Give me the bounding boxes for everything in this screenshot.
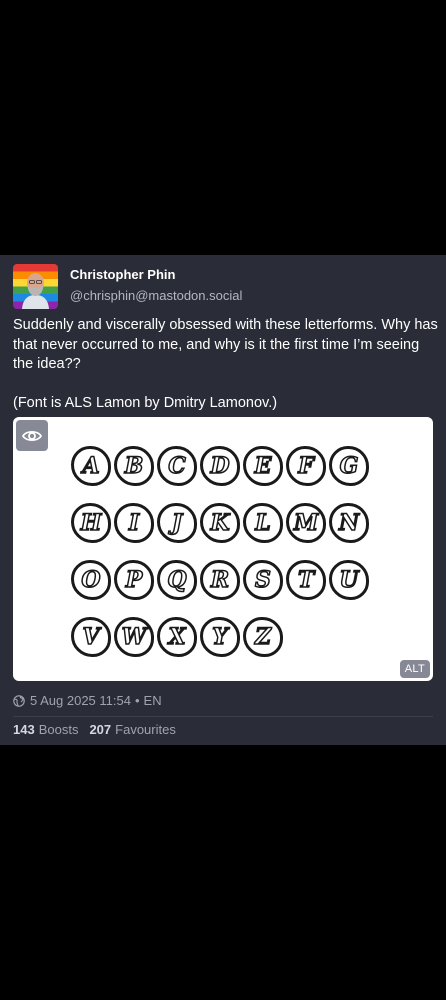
letterform-glyph: B — [114, 445, 154, 486]
post-content: Suddenly and viscerally obsessed with th… — [13, 316, 438, 414]
letterform-glyph: K — [200, 502, 240, 543]
letterform-glyph: D — [200, 445, 240, 486]
letter-row: OPQRSTU — [71, 551, 391, 608]
letterform-glyph: R — [200, 559, 240, 600]
post-paragraph: Suddenly and viscerally obsessed with th… — [13, 317, 438, 372]
letterform-glyph: N — [329, 502, 369, 543]
letterform-glyph: E — [243, 445, 283, 486]
boosts-count: 143 — [13, 722, 35, 737]
hide-media-button[interactable] — [16, 420, 48, 451]
favourites-count: 207 — [89, 722, 112, 737]
boosts-label: Boosts — [38, 722, 79, 737]
favourites-label: Favourites — [115, 722, 176, 737]
eye-icon — [22, 430, 42, 441]
letter-row: VWXYZ — [71, 608, 391, 665]
post-stats: 143 Boosts 207 Favourites — [13, 722, 187, 737]
letterform-glyph: J — [157, 502, 197, 543]
divider — [13, 716, 433, 717]
letterform-glyph: I — [114, 502, 154, 543]
letterform-glyph: F — [286, 445, 326, 486]
letterform-glyph: T — [286, 559, 326, 600]
letterform-glyph: L — [243, 502, 283, 543]
letterform-glyph: O — [71, 559, 111, 600]
author-handle[interactable]: @chrisphin@mastodon.social — [70, 288, 242, 303]
avatar-image — [13, 264, 58, 309]
letterform-glyph: W — [114, 616, 154, 657]
post-card[interactable]: Christopher Phin @chrisphin@mastodon.soc… — [0, 255, 446, 745]
favourites-link[interactable]: 207 Favourites — [89, 722, 175, 737]
post-language: EN — [143, 693, 162, 708]
letterform-glyph: G — [329, 445, 369, 486]
letter-row: ABCDEFG — [71, 437, 391, 494]
boosts-link[interactable]: 143 Boosts — [13, 722, 78, 737]
meta-separator: • — [134, 693, 140, 708]
globe-icon — [13, 694, 25, 707]
letterform-glyph: P — [114, 559, 154, 600]
letter-row: HIJKLMN — [71, 494, 391, 551]
letterform-glyph: A — [71, 445, 111, 486]
letterform-glyph: X — [157, 616, 197, 657]
screen: Christopher Phin @chrisphin@mastodon.soc… — [0, 0, 446, 1000]
letterform-glyph: C — [157, 445, 197, 486]
letterform-glyph: H — [71, 502, 111, 543]
post-meta: 5 Aug 2025 11:54 • EN — [13, 693, 162, 708]
avatar[interactable] — [13, 264, 58, 309]
letterform-image: ABCDEFGHIJKLMNOPQRSTUVWXYZ — [71, 437, 391, 665]
letterform-glyph: M — [286, 502, 326, 543]
letterform-glyph: Z — [243, 616, 283, 657]
letterform-glyph: V — [71, 616, 111, 657]
letterform-glyph: U — [329, 559, 369, 600]
letterform-glyph: Q — [157, 559, 197, 600]
media-attachment[interactable]: ABCDEFGHIJKLMNOPQRSTUVWXYZ ALT — [13, 417, 433, 681]
letterform-glyph: Y — [200, 616, 240, 657]
post-paragraph: (Font is ALS Lamon by Dmitry Lamonov.) — [13, 395, 278, 411]
author-display-name[interactable]: Christopher Phin — [70, 267, 175, 282]
letterform-glyph: S — [243, 559, 283, 600]
post-timestamp[interactable]: 5 Aug 2025 11:54 — [30, 693, 131, 708]
alt-text-button[interactable]: ALT — [399, 660, 430, 678]
